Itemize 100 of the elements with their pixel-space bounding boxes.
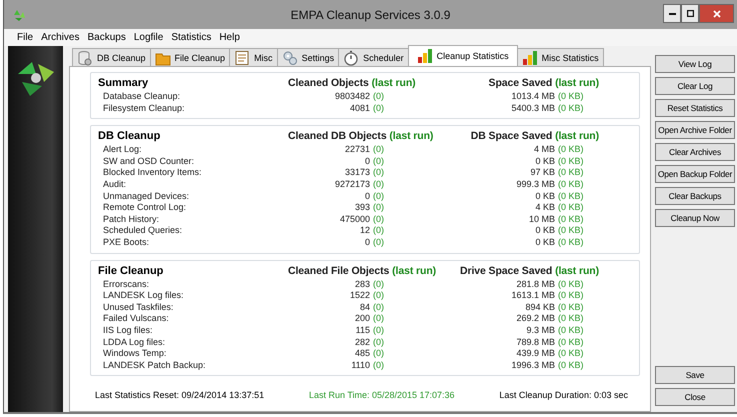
- space-saved: 97 KB: [530, 167, 555, 178]
- action-button[interactable]: Save: [655, 366, 735, 384]
- section-title: Summary: [98, 76, 150, 91]
- last-run-label: (last run): [555, 77, 599, 89]
- action-button[interactable]: Clear Log: [655, 77, 735, 95]
- space-saved: 1996.3 MB: [511, 360, 555, 370]
- last-run-count: (0): [373, 348, 384, 358]
- close-icon: [712, 10, 720, 18]
- action-button[interactable]: Reset Statistics: [655, 99, 735, 117]
- last-run-space: (0 KB): [558, 91, 584, 101]
- row-label: Failed Vulscans:: [103, 313, 169, 324]
- last-run-space: (0 KB): [558, 290, 584, 300]
- object-count: 0: [364, 190, 370, 201]
- space-saved: 999.3 MB: [516, 178, 555, 189]
- space-saved: 1013.4 MB: [511, 91, 555, 101]
- object-count: 22731: [344, 144, 370, 154]
- row-label: Audit:: [103, 178, 126, 189]
- object-count: 12: [360, 225, 370, 236]
- last-run-count: (0): [373, 144, 384, 154]
- action-button[interactable]: Open Backup Folder: [655, 165, 735, 183]
- tab[interactable]: DB Cleanup: [72, 48, 151, 66]
- last-run-count: (0): [373, 336, 384, 346]
- row-label: LANDESK Log files:: [103, 290, 184, 300]
- minimize-button[interactable]: [663, 4, 681, 23]
- space-saved: 5400.3 MB: [511, 102, 555, 113]
- tab[interactable]: Misc Statistics: [516, 48, 604, 66]
- object-count: 283: [354, 278, 370, 289]
- menu-item[interactable]: Backups: [83, 32, 130, 43]
- object-count: 84: [360, 302, 370, 312]
- object-count: 1522: [350, 290, 370, 300]
- menu-item[interactable]: Statistics: [167, 32, 216, 43]
- minimize-icon: [668, 12, 676, 14]
- last-run-space: (0 KB): [558, 178, 584, 189]
- last-run-time-text: Last Run Time: 05/28/2015 17:07:36: [308, 390, 455, 400]
- last-run-label: (last run): [392, 264, 436, 277]
- last-run-space: (0 KB): [558, 360, 584, 370]
- menu-item[interactable]: Archives: [37, 32, 84, 43]
- last-run-space: (0 KB): [558, 225, 584, 236]
- last-run-count: (0): [373, 178, 384, 189]
- action-button[interactable]: Cleanup Now: [655, 209, 735, 227]
- last-run-count: (0): [373, 290, 384, 300]
- space-saved: 439.9 MB: [516, 348, 555, 358]
- menu-item[interactable]: File: [13, 32, 38, 43]
- row-label: LDDA Log files:: [103, 336, 166, 346]
- last-run-space: (0 KB): [558, 167, 584, 178]
- row-label: PXE Boots:: [103, 236, 150, 247]
- tab[interactable]: Scheduler: [338, 48, 409, 66]
- last-run-space: (0 KB): [558, 144, 584, 154]
- space-saved: 281.8 MB: [516, 278, 555, 289]
- close-button[interactable]: [699, 4, 734, 23]
- space-saved: 0 KB: [535, 225, 555, 236]
- database-icon: [77, 50, 93, 66]
- last-run-label: (last run): [555, 130, 599, 142]
- row-label: Unmanaged Devices:: [103, 190, 190, 201]
- cleanup-duration-text: Last Cleanup Duration: 0:03 sec: [499, 390, 628, 400]
- row-label: Errorscans:: [103, 278, 150, 289]
- object-count: 393: [354, 202, 370, 212]
- last-run-count: (0): [373, 324, 384, 335]
- space-saved: 894 KB: [525, 302, 555, 312]
- tab[interactable]: Cleanup Statistics: [408, 45, 518, 66]
- tab[interactable]: File Cleanup: [150, 48, 230, 66]
- maximize-button[interactable]: [681, 4, 699, 23]
- last-run-space: (0 KB): [558, 102, 584, 113]
- last-run-space: (0 KB): [558, 336, 584, 346]
- column-header: Space Saved: [488, 77, 552, 89]
- tab[interactable]: Misc: [229, 48, 278, 66]
- row-label: LANDESK Patch Backup:: [103, 360, 206, 370]
- space-saved: 9.3 MB: [526, 324, 555, 335]
- menu-item[interactable]: Help: [215, 32, 244, 43]
- object-count: 200: [354, 313, 370, 324]
- row-label: SW and OSD Counter:: [103, 156, 194, 166]
- action-button[interactable]: Clear Archives: [655, 143, 735, 161]
- action-button[interactable]: Close: [655, 388, 735, 406]
- last-run-space: (0 KB): [558, 324, 584, 335]
- row-label: Patch History:: [103, 214, 160, 224]
- action-button[interactable]: Clear Backups: [655, 187, 735, 205]
- action-button[interactable]: Open Archive Folder: [655, 121, 735, 139]
- last-run-count: (0): [373, 236, 384, 247]
- space-saved: 0 KB: [535, 190, 555, 201]
- tab[interactable]: Settings: [276, 48, 340, 66]
- column-header: Drive Space Saved: [460, 264, 552, 277]
- last-run-label: (last run): [389, 130, 434, 142]
- bar-chart-icon: [416, 48, 433, 64]
- last-run-space: (0 KB): [558, 190, 584, 201]
- last-reset-text: Last Statistics Reset: 09/24/2014 13:37:51: [95, 390, 264, 400]
- last-run-count: (0): [373, 214, 384, 224]
- last-run-count: (0): [373, 278, 384, 289]
- object-count: 115: [356, 324, 370, 335]
- space-saved: 10 MB: [528, 214, 555, 224]
- action-button[interactable]: View Log: [655, 55, 735, 73]
- row-label: Blocked Inventory Items:: [103, 167, 202, 178]
- column-header: DB Space Saved: [470, 130, 552, 142]
- object-count: 1110: [351, 360, 370, 370]
- menu-item[interactable]: Logfile: [130, 32, 168, 43]
- row-label: Windows Temp:: [103, 348, 166, 358]
- row-label: IIS Log files:: [103, 324, 153, 335]
- last-run-count: (0): [373, 190, 384, 201]
- last-run-count: (0): [373, 156, 384, 166]
- section-title: File Cleanup: [98, 264, 164, 279]
- last-run-label: (last run): [372, 77, 416, 89]
